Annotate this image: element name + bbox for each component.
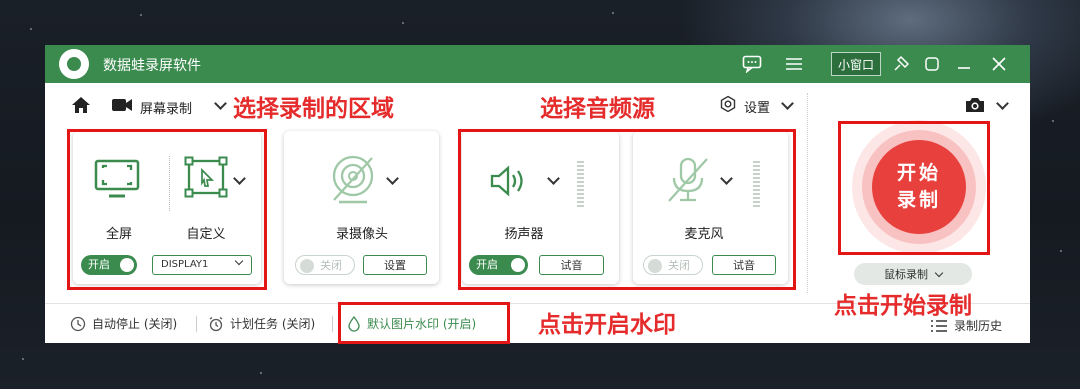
video-camera-icon <box>111 97 133 117</box>
app-title: 数据蛙录屏软件 <box>103 58 201 74</box>
schedule-task-label: 计划任务 (关闭) <box>230 317 316 331</box>
auto-stop-label: 自动停止 (关闭) <box>92 317 178 331</box>
alarm-clock-icon <box>209 316 223 331</box>
close-icon[interactable] <box>985 45 1013 83</box>
pin-icon[interactable] <box>887 45 915 83</box>
minimize-icon[interactable] <box>950 45 978 83</box>
camera-toggle[interactable]: 关闭 <box>295 255 355 275</box>
divider <box>196 316 197 332</box>
chevron-down-icon <box>934 268 944 277</box>
annotation-enable-watermark: 点击开启水印 <box>538 312 676 338</box>
highlight-box-area <box>67 129 267 290</box>
chevron-down-icon[interactable] <box>996 97 1009 110</box>
restore-icon[interactable] <box>918 45 946 83</box>
mouse-record-label: 鼠标录制 <box>884 268 928 281</box>
chevron-down-icon[interactable] <box>214 97 227 110</box>
camera-settings-button[interactable]: 设置 <box>363 255 427 275</box>
chevron-down-icon[interactable] <box>781 97 794 110</box>
settings-icon[interactable] <box>719 95 737 117</box>
auto-stop-option[interactable]: 自动停止 (关闭) <box>70 315 177 332</box>
chevron-down-icon[interactable] <box>386 172 399 185</box>
annotation-select-audio: 选择音频源 <box>540 96 655 122</box>
title-bar: 数据蛙录屏软件 小窗口 <box>45 45 1030 83</box>
highlight-box-audio <box>458 129 796 290</box>
clock-icon <box>70 316 86 331</box>
settings-dropdown[interactable]: 设置 <box>744 97 770 116</box>
mini-window-button[interactable]: 小窗口 <box>831 52 881 76</box>
record-mode-dropdown[interactable]: 屏幕录制 <box>140 98 192 117</box>
home-icon[interactable] <box>71 96 91 118</box>
app-logo <box>59 49 89 79</box>
divider <box>807 93 808 293</box>
schedule-task-option[interactable]: 计划任务 (关闭) <box>208 315 315 332</box>
webcam-off-icon[interactable] <box>327 153 383 209</box>
divider <box>332 316 333 332</box>
menu-icon[interactable] <box>780 45 808 83</box>
camera-card: 录摄像头 关闭 设置 <box>284 131 439 284</box>
camera-label: 录摄像头 <box>335 227 388 242</box>
annotation-start-record: 点击开始录制 <box>834 293 972 319</box>
message-icon[interactable] <box>738 45 766 83</box>
mouse-record-dropdown[interactable]: 鼠标录制 <box>854 263 972 285</box>
highlight-box-watermark <box>338 302 510 344</box>
highlight-box-record <box>838 121 990 255</box>
list-icon <box>931 319 947 332</box>
annotation-select-area: 选择录制的区域 <box>233 96 394 122</box>
toggle-knob <box>300 259 314 273</box>
screenshot-camera-icon[interactable] <box>964 96 986 118</box>
